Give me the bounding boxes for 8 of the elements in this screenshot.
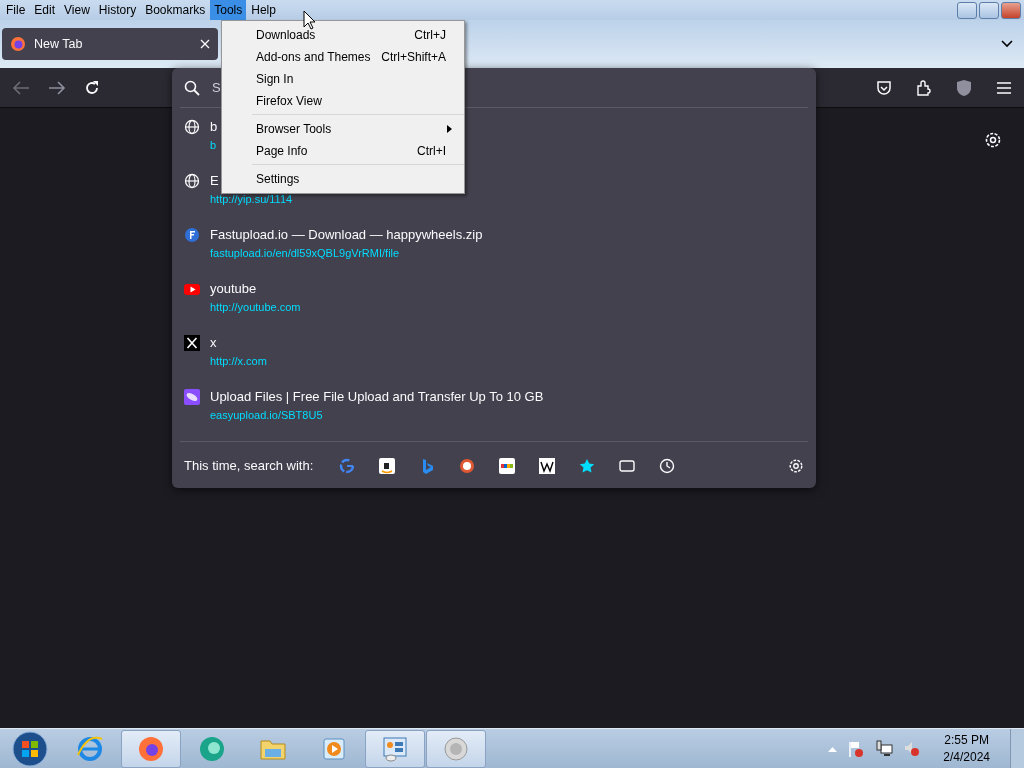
result-url: http://yip.su/1114	[210, 192, 293, 207]
result-url: b	[210, 138, 218, 153]
result-url: fastupload.io/en/dl59xQBL9gVrRMI/file	[210, 246, 401, 261]
result-url: http://x.com	[210, 354, 267, 369]
result-url: easyupload.io/SBT8U5	[210, 408, 324, 423]
tab-title: New Tab	[34, 35, 83, 53]
result-url: http://youtube.com	[210, 300, 301, 315]
search-with-label: This time, search with:	[184, 456, 314, 475]
